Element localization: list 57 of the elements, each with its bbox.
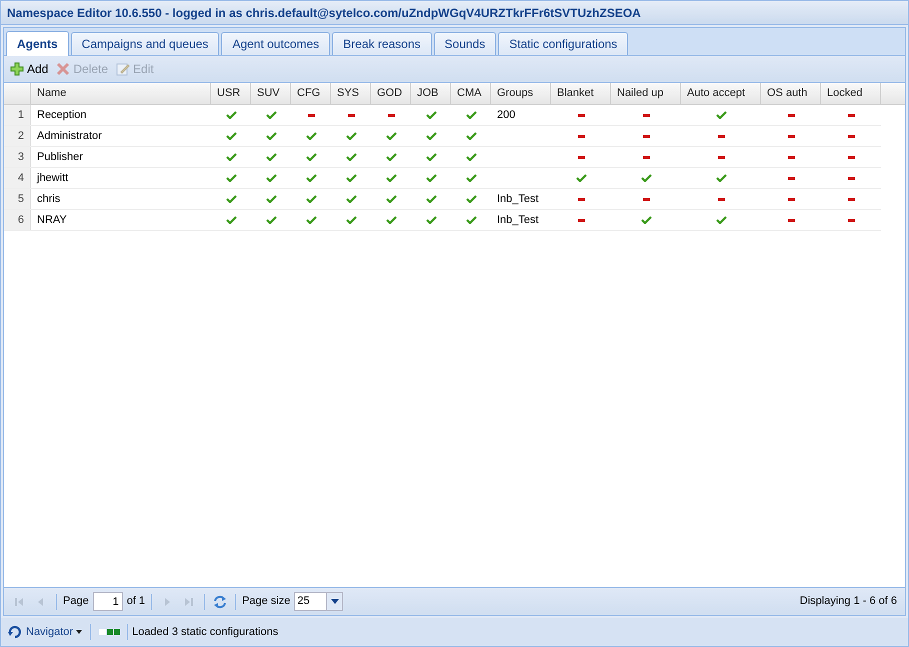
table-cell-text: 200 [497, 108, 516, 123]
tab[interactable]: Campaigns and queues [70, 32, 220, 55]
first-page-icon [14, 596, 24, 606]
row-number: 2 [4, 126, 31, 146]
column-header[interactable]: Nailed up [611, 83, 681, 104]
table-cell-text: Inb_Test [497, 212, 539, 228]
tab[interactable]: Agents [6, 31, 69, 56]
page-size-dropdown[interactable]: 25 [294, 592, 344, 611]
column-header[interactable]: Name [31, 83, 211, 104]
column-header[interactable]: CFG [291, 83, 331, 104]
pencil-icon [116, 62, 130, 76]
column-header[interactable]: SUV [251, 83, 291, 104]
display-count: Displaying 1 - 6 of 6 [800, 594, 898, 610]
column-header[interactable]: CMA [451, 83, 491, 104]
page-size-label: Page size [242, 594, 290, 610]
table-cell-text: chris [36, 192, 62, 207]
table-cell-text: NRAY [36, 212, 68, 228]
last-page-icon [184, 596, 194, 606]
column-header[interactable]: Locked [821, 83, 881, 104]
row-number: 6 [4, 210, 31, 230]
tab[interactable]: Static configurations [498, 32, 628, 55]
next-icon [162, 596, 172, 606]
page-count: of 1 [126, 594, 146, 610]
status-message: Loaded 3 static configurations [127, 624, 278, 640]
caret-icon [330, 599, 339, 604]
table-cell-text: Administrator [36, 128, 103, 144]
column-header[interactable]: Groups [491, 83, 551, 104]
tab[interactable]: Agent outcomes [221, 32, 330, 55]
column-header[interactable]: SYS [331, 83, 371, 104]
table-cell-text: Inb_Test [497, 192, 539, 207]
row-number: 5 [4, 189, 31, 209]
column-header[interactable]: Blanket [551, 83, 611, 104]
row-number: 3 [4, 147, 31, 167]
plus-icon [10, 62, 24, 76]
column-header[interactable]: GOD [371, 83, 411, 104]
previous-icon [36, 596, 46, 606]
tab[interactable]: Sounds [434, 32, 496, 55]
caret-icon [76, 630, 82, 634]
page-label: Page [63, 594, 89, 610]
table-cell-text: Reception [36, 108, 88, 123]
page-number-field[interactable]: 1 [92, 592, 123, 611]
column-header[interactable]: USR [211, 83, 251, 104]
table-cell-text: jhewitt [36, 170, 70, 186]
refresh-icon [213, 594, 228, 608]
row-number: 1 [4, 105, 31, 125]
column-header[interactable]: Auto accept [681, 83, 761, 104]
column-header[interactable]: JOB [411, 83, 451, 104]
toolbar-button[interactable]: Add [8, 59, 50, 79]
refresh-icon [7, 624, 23, 640]
column-header[interactable]: OS auth [761, 83, 821, 104]
cross-icon [56, 62, 70, 76]
navigator-button[interactable]: Navigator [7, 624, 82, 640]
row-number: 4 [4, 168, 31, 188]
window-title: Namespace Editor 10.6.550 - logged in as chris.default@sytelco.com/uZndpWGqV4URZTkrFFr6tSVTUzhZSEOA [7, 4, 641, 22]
progress-icon [99, 629, 122, 635]
table-cell-text: Publisher [36, 150, 84, 165]
tab[interactable]: Break reasons [332, 32, 432, 55]
